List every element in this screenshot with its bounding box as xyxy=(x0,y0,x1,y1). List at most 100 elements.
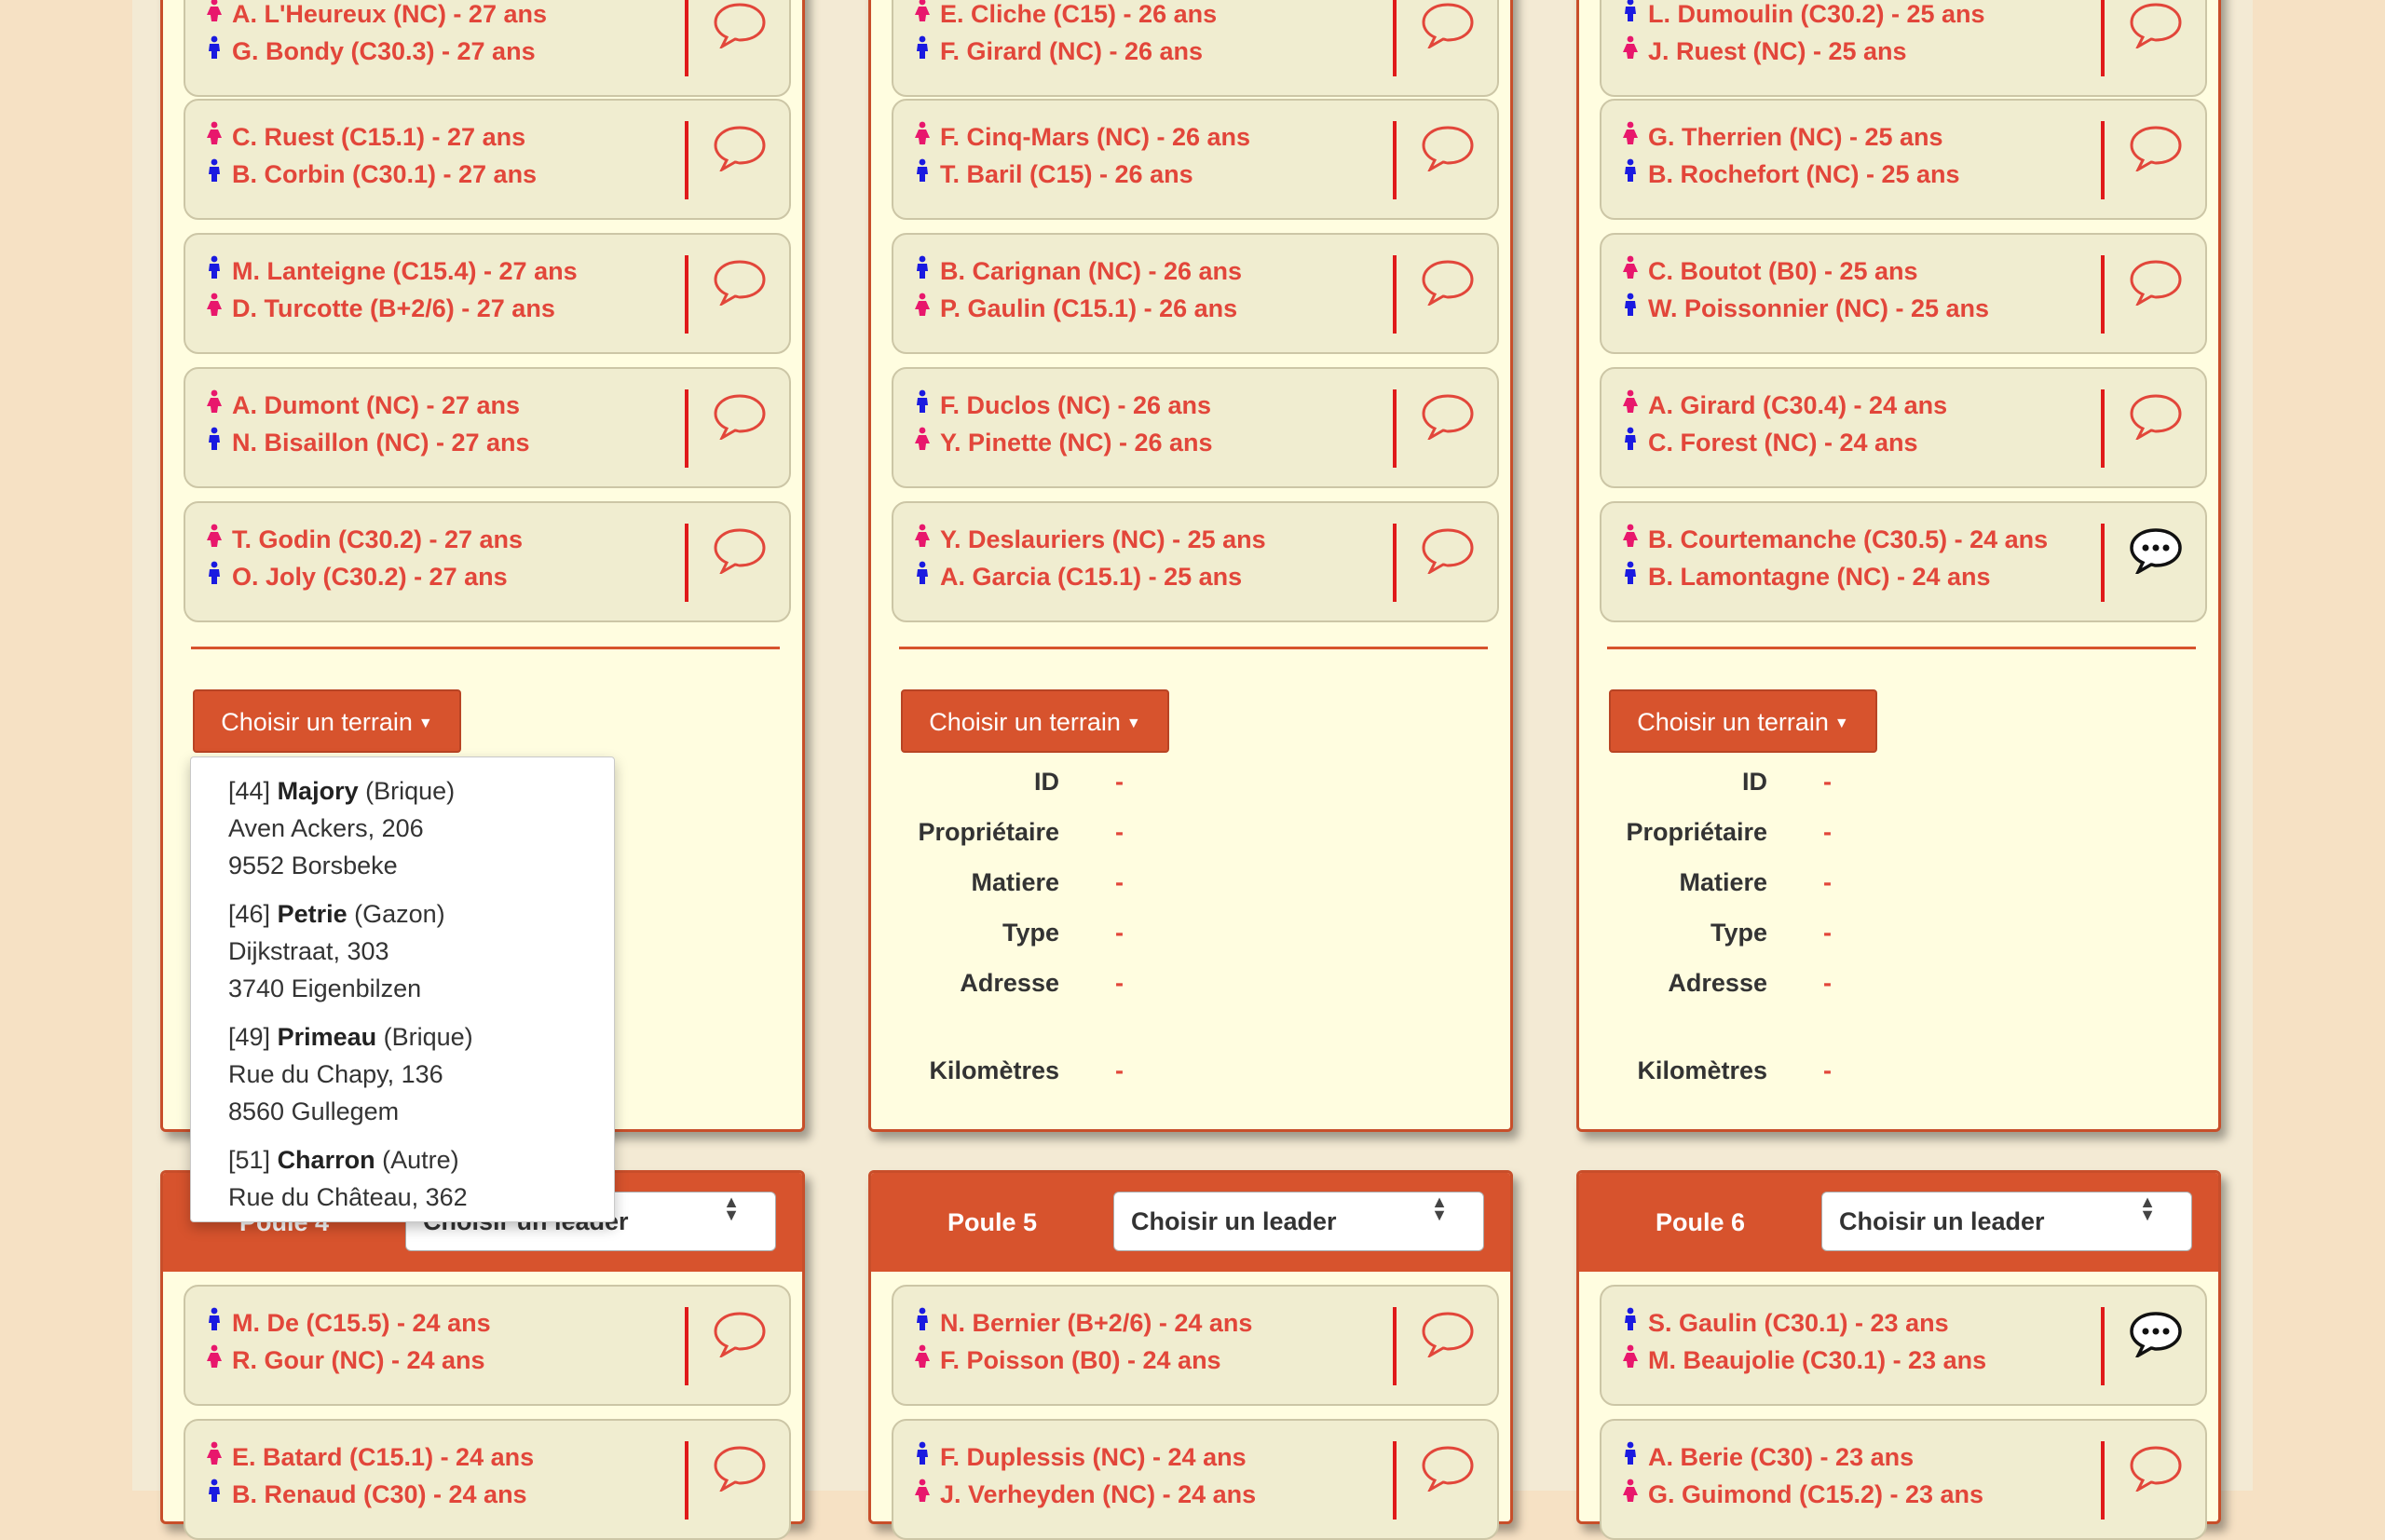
info-row-owner: Propriétaire - xyxy=(871,818,1516,855)
field-street: Rue du Château, 362 xyxy=(228,1183,468,1211)
comment-icon[interactable] xyxy=(713,1445,767,1493)
comment-icon[interactable] xyxy=(1421,1445,1475,1493)
choose-field-button[interactable]: Choisir un terrain ▼ xyxy=(1609,689,1877,753)
player-entry[interactable]: F. Poisson (B0) - 24 ans xyxy=(914,1344,1221,1375)
comment-icon[interactable] xyxy=(1421,259,1475,307)
player-entry[interactable]: N. Bernier (B+2/6) - 24 ans xyxy=(914,1307,1252,1338)
player-entry[interactable]: B. Rochefort (NC) - 25 ans xyxy=(1622,158,1960,189)
player-entry[interactable]: M. De (C15.5) - 24 ans xyxy=(206,1307,491,1338)
player-entry[interactable]: C. Forest (NC) - 24 ans xyxy=(1622,427,1918,457)
player-entry[interactable]: C. Ruest (C15.1) - 27 ans xyxy=(206,121,525,152)
comment-icon[interactable] xyxy=(713,259,767,307)
player-name: Y. Deslauriers (NC) - 25 ans xyxy=(940,525,1266,553)
player-name: M. De (C15.5) - 24 ans xyxy=(232,1309,491,1337)
player-entry[interactable]: B. Carignan (NC) - 26 ans xyxy=(914,255,1242,286)
info-label: ID xyxy=(1034,768,1059,796)
player-entry[interactable]: P. Gaulin (C15.1) - 26 ans xyxy=(914,293,1237,323)
leader-select[interactable]: Choisir un leader ▲▼ xyxy=(1821,1192,2192,1251)
comment-icon[interactable] xyxy=(713,393,767,442)
info-row-km: Kilomètres - xyxy=(871,1056,1516,1094)
player-entry[interactable]: R. Gour (NC) - 24 ans xyxy=(206,1344,485,1375)
player-entry[interactable]: W. Poissonnier (NC) - 25 ans xyxy=(1622,293,1989,323)
player-entry[interactable]: T. Baril (C15) - 26 ans xyxy=(914,158,1193,189)
player-entry[interactable]: C. Boutot (B0) - 25 ans xyxy=(1622,255,1918,286)
match-card: L. Dumoulin (C30.2) - 25 ans J. Ruest (NC… xyxy=(1600,0,2207,97)
player-entry[interactable]: J. Verheyden (NC) - 24 ans xyxy=(914,1479,1256,1509)
field-dropdown-menu: [44] Majory (Brique) Aven Ackers, 206 9552… xyxy=(190,756,615,1222)
player-entry[interactable]: G. Guimond (C15.2) - 23 ans xyxy=(1622,1479,1983,1509)
player-name: E. Batard (C15.1) - 24 ans xyxy=(232,1443,535,1471)
player-entry[interactable]: G. Therrien (NC) - 25 ans xyxy=(1622,121,1943,152)
comment-filled-icon[interactable] xyxy=(2129,527,2183,577)
player-entry[interactable]: N. Bisaillon (NC) - 27 ans xyxy=(206,427,530,457)
info-value: - xyxy=(1823,818,1832,846)
field-name: Primeau xyxy=(277,1023,377,1051)
comment-filled-icon[interactable] xyxy=(2129,1311,2183,1360)
player-entry[interactable]: M. Lanteigne (C15.4) - 27 ans xyxy=(206,255,578,286)
comment-icon[interactable] xyxy=(713,1311,767,1359)
male-icon xyxy=(1622,158,1642,189)
comment-icon[interactable] xyxy=(2129,125,2183,173)
player-entry[interactable]: A. Girard (C30.4) - 24 ans xyxy=(1622,389,1947,420)
player-entry[interactable]: E. Batard (C15.1) - 24 ans xyxy=(206,1441,534,1472)
player-entry[interactable]: B. Courtemanche (C30.5) - 24 ans xyxy=(1622,524,2048,554)
player-entry[interactable]: Y. Pinette (NC) - 26 ans xyxy=(914,427,1213,457)
info-value: - xyxy=(1823,969,1832,997)
comment-icon[interactable] xyxy=(1421,527,1475,576)
comment-icon[interactable] xyxy=(713,2,767,50)
player-entry[interactable]: Y. Deslauriers (NC) - 25 ans xyxy=(914,524,1266,554)
info-label: Kilomètres xyxy=(1637,1056,1767,1084)
player-entry[interactable]: A. Berie (C30) - 23 ans xyxy=(1622,1441,1914,1472)
player-entry[interactable]: G. Bondy (C30.3) - 27 ans xyxy=(206,35,536,66)
player-entry[interactable]: T. Godin (C30.2) - 27 ans xyxy=(206,524,523,554)
player-entry[interactable]: A. L'Heureux (NC) - 27 ans xyxy=(206,0,547,29)
separator xyxy=(685,389,688,468)
player-entry[interactable]: O. Joly (C30.2) - 27 ans xyxy=(206,561,508,592)
player-name: O. Joly (C30.2) - 27 ans xyxy=(232,563,508,591)
player-entry[interactable]: M. Beaujolie (C30.1) - 23 ans xyxy=(1622,1344,1986,1375)
comment-icon[interactable] xyxy=(1421,1311,1475,1359)
field-option[interactable]: [44] Majory (Brique) Aven Ackers, 206 9552… xyxy=(228,772,455,884)
choose-field-button[interactable]: Choisir un terrain ▼ xyxy=(901,689,1169,753)
comment-icon[interactable] xyxy=(1421,2,1475,50)
player-name: F. Duclos (NC) - 26 ans xyxy=(940,391,1212,419)
field-option[interactable]: [49] Primeau (Brique) Rue du Chapy, 136 85… xyxy=(228,1018,473,1130)
comment-icon[interactable] xyxy=(713,125,767,173)
player-entry[interactable]: S. Gaulin (C30.1) - 23 ans xyxy=(1622,1307,1949,1338)
player-entry[interactable]: E. Cliche (C15) - 26 ans xyxy=(914,0,1217,29)
player-name: Y. Pinette (NC) - 26 ans xyxy=(940,429,1213,457)
info-value: - xyxy=(1115,818,1124,846)
player-entry[interactable]: L. Dumoulin (C30.2) - 25 ans xyxy=(1622,0,1985,29)
player-entry[interactable]: F. Duplessis (NC) - 24 ans xyxy=(914,1441,1247,1472)
field-option-title: [44] Majory (Brique) xyxy=(228,772,455,810)
male-icon xyxy=(914,255,934,286)
player-entry[interactable]: A. Garcia (C15.1) - 25 ans xyxy=(914,561,1242,592)
player-entry[interactable]: B. Lamontagne (NC) - 24 ans xyxy=(1622,561,1991,592)
player-entry[interactable]: A. Dumont (NC) - 27 ans xyxy=(206,389,520,420)
info-row-id: ID - xyxy=(871,768,1516,805)
field-option[interactable]: [51] Charron (Autre) Rue du Château, 362 xyxy=(228,1141,468,1216)
player-entry[interactable]: D. Turcotte (B+2/6) - 27 ans xyxy=(206,293,555,323)
player-entry[interactable]: F. Cinq-Mars (NC) - 26 ans xyxy=(914,121,1250,152)
comment-icon[interactable] xyxy=(713,527,767,576)
player-entry[interactable]: J. Ruest (NC) - 25 ans xyxy=(1622,35,1907,66)
comment-icon[interactable] xyxy=(2129,259,2183,307)
match-card: B. Carignan (NC) - 26 ans P. Gaulin (C15.… xyxy=(892,233,1499,354)
comment-icon[interactable] xyxy=(2129,393,2183,442)
choose-field-button[interactable]: Choisir un terrain ▼ xyxy=(193,689,461,753)
comment-icon[interactable] xyxy=(2129,1445,2183,1493)
comment-icon[interactable] xyxy=(1421,393,1475,442)
player-entry[interactable]: B. Renaud (C30) - 24 ans xyxy=(206,1479,527,1509)
female-icon xyxy=(1622,35,1642,66)
player-entry[interactable]: F. Duclos (NC) - 26 ans xyxy=(914,389,1211,420)
player-entry[interactable]: F. Girard (NC) - 26 ans xyxy=(914,35,1203,66)
choose-field-label: Choisir un terrain xyxy=(929,708,1121,736)
field-option[interactable]: [46] Petrie (Gazon) Dijkstraat, 303 3740 E… xyxy=(228,895,445,1007)
leader-select[interactable]: Choisir un leader ▲▼ xyxy=(1113,1192,1484,1251)
player-entry[interactable]: B. Corbin (C30.1) - 27 ans xyxy=(206,158,537,189)
separator xyxy=(1393,0,1397,76)
field-name: Charron xyxy=(277,1146,375,1174)
comment-icon[interactable] xyxy=(2129,2,2183,50)
separator xyxy=(2101,0,2105,76)
comment-icon[interactable] xyxy=(1421,125,1475,173)
